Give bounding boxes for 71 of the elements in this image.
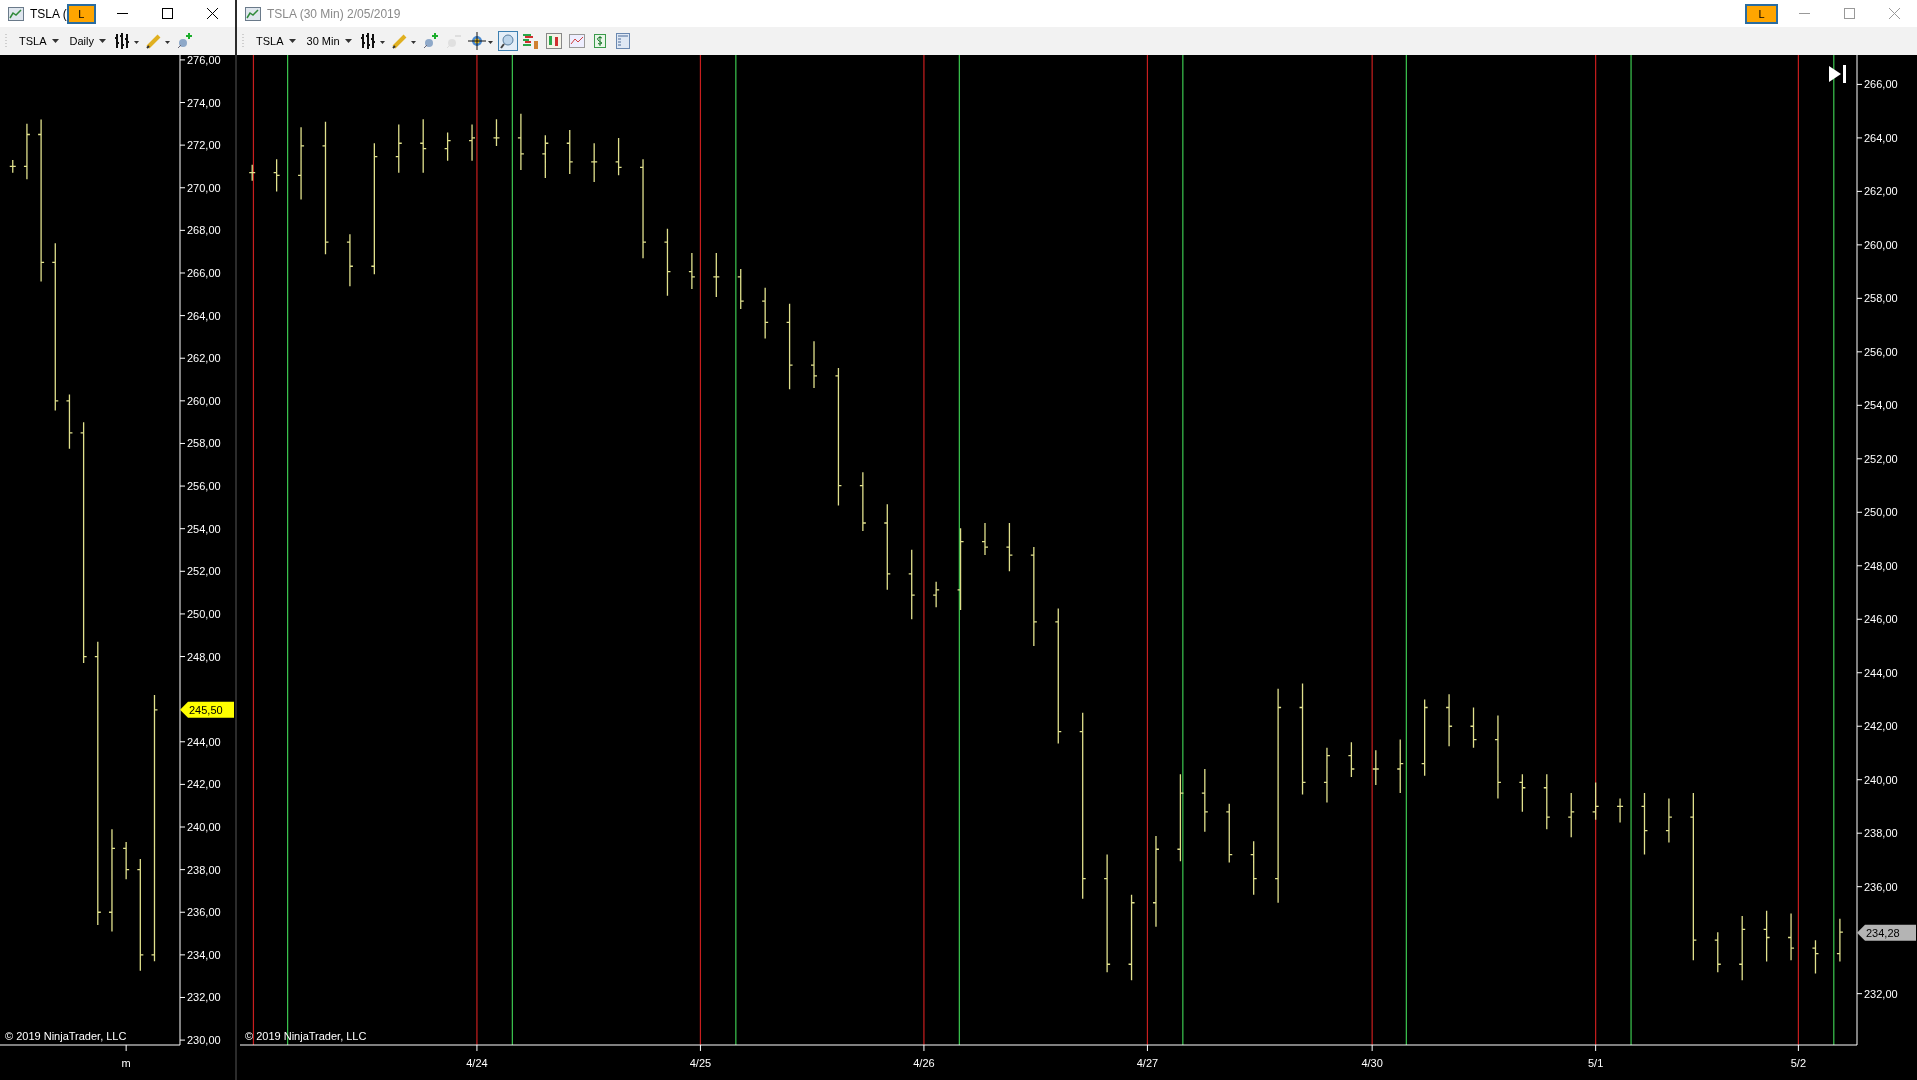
price-axis-label: 234,00 (187, 948, 221, 961)
window-title: TSLA (30 Min) 2/05/2019 (267, 6, 401, 21)
price-axis-label: 264,00 (1864, 131, 1898, 144)
scroll-to-end-icon[interactable] (1829, 65, 1846, 83)
price-axis-label: 262,00 (1864, 185, 1898, 198)
time-axis-label: 5/2 (1790, 1057, 1807, 1069)
price-axis-label: 248,00 (1864, 559, 1898, 572)
price-axis-label: 256,00 (187, 480, 221, 493)
price-axis-label: 254,00 (1864, 399, 1898, 412)
price-axis-label: 236,00 (187, 906, 221, 919)
copyright-text: © 2019 NinjaTrader, LLC (5, 1030, 127, 1042)
price-axis-label: 250,00 (187, 607, 221, 620)
performance-icon[interactable] (566, 31, 587, 51)
price-axis-label: 256,00 (1864, 345, 1898, 358)
instrument-dropdown[interactable]: TSLA (252, 35, 300, 47)
price-axis-label: 262,00 (187, 352, 221, 365)
price-axis-label: 266,00 (1864, 78, 1898, 91)
price-axis-label: 264,00 (187, 309, 221, 322)
zoom-icon[interactable] (497, 31, 518, 51)
price-axis-label: 258,00 (187, 437, 221, 450)
price-axis-label: 232,00 (187, 991, 221, 1004)
time-axis-label: 4/24 (466, 1057, 488, 1069)
time-axis-label: 5/1 (1588, 1057, 1604, 1069)
price-axis-label: 238,00 (1864, 827, 1898, 840)
price-axis-label: 276,00 (187, 55, 221, 66)
instrument-dropdown[interactable]: TSLA (15, 35, 63, 47)
price-axis-label: 260,00 (187, 394, 221, 407)
price-axis-label: 240,00 (187, 821, 221, 833)
link-button[interactable]: L (1745, 3, 1778, 24)
interval-dropdown[interactable]: Daily (65, 35, 110, 47)
price-axis-label: 252,00 (1864, 452, 1898, 465)
price-axis-label: 238,00 (187, 863, 221, 876)
caret-icon (51, 39, 59, 43)
link-button[interactable]: L (66, 3, 96, 24)
crosshair-icon[interactable] (466, 31, 495, 51)
time-axis-label: 4/30 (1361, 1057, 1383, 1069)
price-axis-label: 244,00 (187, 735, 221, 748)
price-axis-label: 274,00 (187, 96, 221, 109)
price-axis-label: 236,00 (1864, 880, 1898, 893)
chart-trader-icon[interactable] (543, 31, 564, 51)
price-axis-label: 248,00 (187, 650, 221, 663)
price-axis-label: 232,00 (1864, 987, 1898, 1000)
bar-style-icon[interactable] (358, 31, 387, 51)
price-axis-label: 252,00 (187, 565, 221, 578)
caret-icon (344, 39, 352, 43)
price-axis-label: 246,00 (1864, 613, 1898, 626)
price-axis-label: 270,00 (187, 181, 221, 194)
price-axis-label: 230,00 (187, 1034, 221, 1047)
price-axis-label: 258,00 (1864, 292, 1898, 305)
price-axis-label: 240,00 (1864, 773, 1898, 786)
price-axis-label: 244,00 (1864, 666, 1898, 679)
price-axis-label: 250,00 (1864, 506, 1898, 519)
price-axis-label: 260,00 (1864, 238, 1898, 251)
chart-icon (8, 6, 24, 21)
price-axis-label: 242,00 (187, 778, 221, 791)
bar-style-icon[interactable] (112, 31, 141, 51)
caret-icon (288, 39, 296, 43)
price-axis-label: 266,00 (187, 267, 221, 279)
caret-icon (98, 39, 106, 43)
time-axis-label: 4/26 (913, 1057, 935, 1069)
price-axis-label: 242,00 (1864, 720, 1898, 733)
time-axis-label: 4/27 (1136, 1057, 1159, 1069)
time-axis-label: 4/25 (689, 1057, 712, 1069)
price-axis-label: 268,00 (187, 224, 221, 237)
price-axis-label: 254,00 (187, 522, 221, 535)
price-axis-label: 272,00 (187, 139, 221, 152)
interval-dropdown[interactable]: 30 Min (302, 35, 356, 47)
strategy-icon[interactable] (520, 31, 541, 51)
window-title: TSLA ( (30, 6, 67, 21)
chart-icon (245, 6, 261, 21)
time-axis-label: m (121, 1057, 131, 1069)
